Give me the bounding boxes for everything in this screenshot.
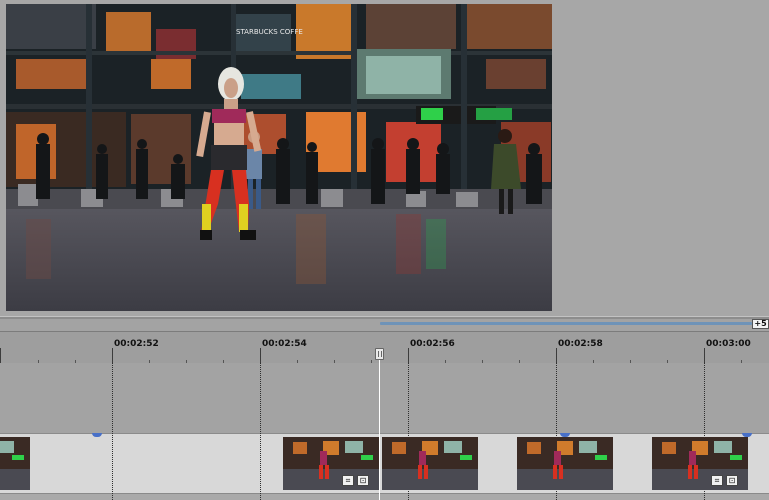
clip-thumbnail[interactable] xyxy=(0,437,30,490)
playhead-cursor[interactable] xyxy=(379,355,380,500)
clip-effect-icons: ⌗ ⊡ xyxy=(711,475,738,486)
clip-thumbnail-image xyxy=(517,437,613,490)
timecode-label: 00:03:00 xyxy=(706,339,751,349)
timeline-ruler[interactable]: 00:02:52 00:02:54 00:02:56 00:02:58 00:0… xyxy=(0,331,769,365)
grid-line xyxy=(260,363,261,500)
audio-track-edge[interactable] xyxy=(0,493,769,500)
timecode-label: 00:02:58 xyxy=(558,339,603,349)
clip-thumbnail[interactable] xyxy=(382,437,478,490)
timecode-label: 00:02:52 xyxy=(114,339,159,349)
ruler-tick xyxy=(0,348,1,364)
timeline-scroll-track[interactable] xyxy=(380,322,752,325)
ruler-tick xyxy=(704,348,705,364)
clip-thumbnail[interactable] xyxy=(517,437,613,490)
clip-thumbnail-image xyxy=(0,437,30,490)
crop-icon[interactable]: ⌗ xyxy=(342,475,354,486)
empty-track[interactable] xyxy=(0,363,769,433)
video-preview-frame[interactable]: STARBUCKS COFFE xyxy=(6,4,552,311)
storefront-sign: STARBUCKS COFFE xyxy=(236,28,303,36)
clip-effect-icons: ⌗ ⊡ xyxy=(342,475,369,486)
ruler-tick xyxy=(408,348,409,364)
event-fx-icon[interactable]: ⊡ xyxy=(726,475,738,486)
timecode-label: 00:02:54 xyxy=(262,339,307,349)
event-fx-icon[interactable]: ⊡ xyxy=(357,475,369,486)
ruler-tick xyxy=(260,348,261,364)
timecode-label: 00:02:56 xyxy=(410,339,455,349)
preview-scene: STARBUCKS COFFE xyxy=(6,4,552,311)
ruler-tick xyxy=(112,348,113,364)
video-editor-window: STARBUCKS COFFE +5 00:02:52 00:02:54 00:… xyxy=(0,0,769,500)
crop-icon[interactable]: ⌗ xyxy=(711,475,723,486)
playhead-handle[interactable] xyxy=(375,348,384,360)
grid-line xyxy=(112,363,113,500)
ruler-tick xyxy=(556,348,557,364)
preview-area: STARBUCKS COFFE xyxy=(0,0,769,317)
clip-thumbnail-image xyxy=(382,437,478,490)
timeline-zoom-bar: +5 xyxy=(0,319,769,331)
zoom-level-button[interactable]: +5 xyxy=(752,319,769,329)
